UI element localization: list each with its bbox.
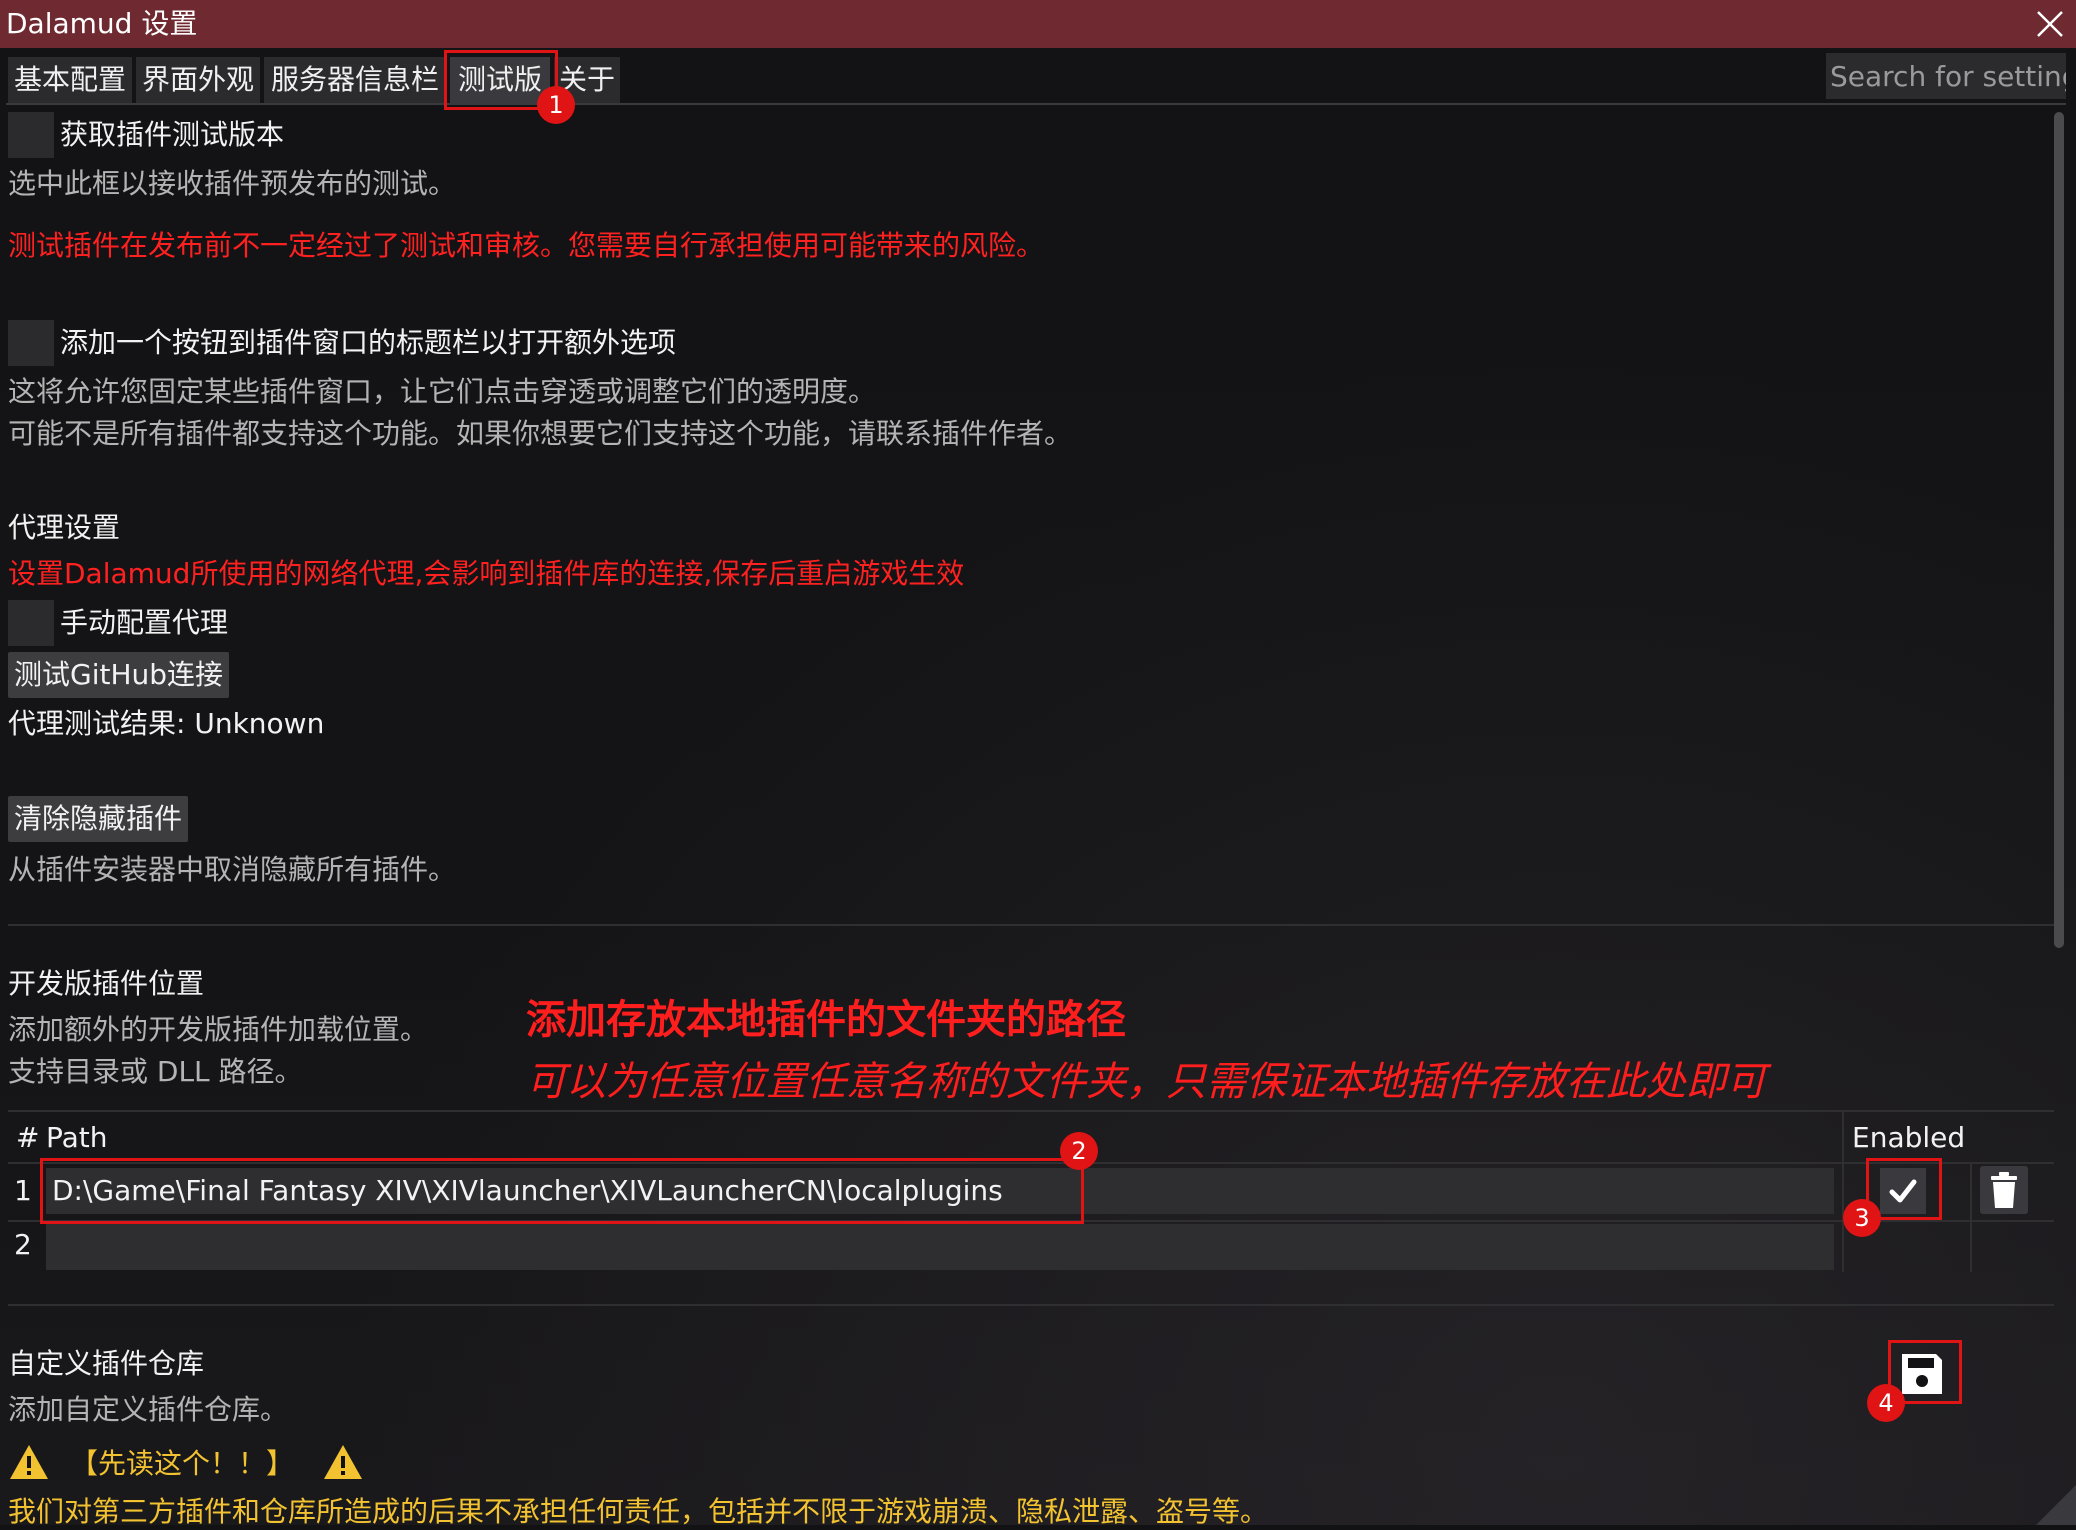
column-header-path: Path — [46, 1121, 108, 1154]
warning-icon — [10, 1445, 48, 1479]
new-path-input[interactable] — [46, 1224, 1834, 1270]
close-icon[interactable] — [2032, 6, 2068, 42]
tab-general[interactable]: 基本配置 — [8, 57, 132, 103]
tab-server-info-bar[interactable]: 服务器信息栏 — [264, 57, 446, 103]
tab-appearance[interactable]: 界面外观 — [136, 57, 260, 103]
table-column-divider — [1970, 1162, 1972, 1272]
manual-proxy-label: 手动配置代理 — [60, 606, 229, 639]
devplugins-desc1: 添加额外的开发版插件加载位置。 — [8, 1013, 429, 1046]
delete-button[interactable] — [1980, 1166, 2028, 1214]
separator — [8, 924, 2054, 926]
column-header-num: # — [16, 1121, 40, 1154]
table-column-divider — [1842, 1112, 1844, 1272]
repos-heading: 自定义插件仓库 — [8, 1347, 205, 1380]
resize-grip-icon[interactable] — [2036, 1485, 2076, 1525]
row-number: 1 — [14, 1174, 32, 1207]
plugin-testing-desc: 选中此框以接收插件预发布的测试。 — [8, 167, 457, 200]
titlebar-button-desc2: 可能不是所有插件都支持这个功能。如果你想要它们支持这个功能，请联系插件作者。 — [8, 417, 1073, 450]
titlebar-button-desc1: 这将允许您固定某些插件窗口，让它们点击穿透或调整它们的透明度。 — [8, 375, 877, 408]
search-input[interactable] — [1826, 53, 2066, 99]
repos-desc: 添加自定义插件仓库。 — [8, 1393, 289, 1426]
manual-proxy-checkbox[interactable] — [8, 600, 54, 646]
plugin-testing-warning: 测试插件在发布前不一定经过了测试和审核。您需要自行承担使用可能带来的风险。 — [8, 229, 1045, 262]
devplugins-heading: 开发版插件位置 — [8, 967, 205, 1000]
tab-underline — [6, 103, 2066, 105]
trash-icon — [1991, 1172, 2017, 1208]
plugin-testing-label: 获取插件测试版本 — [60, 118, 285, 151]
annotation-title: 添加存放本地插件的文件夹的路径 — [526, 997, 1126, 1043]
warning-icon — [324, 1445, 362, 1479]
proxy-heading: 代理设置 — [8, 511, 121, 544]
annotation-badge-2: 2 — [1060, 1132, 1098, 1170]
column-header-enabled: Enabled — [1852, 1121, 1966, 1154]
clear-hidden-desc: 从插件安装器中取消隐藏所有插件。 — [8, 853, 457, 886]
annotation-badge-1: 1 — [537, 86, 575, 124]
scrollbar[interactable] — [2054, 112, 2064, 948]
titlebar-button-label: 添加一个按钮到插件窗口的标题栏以打开额外选项 — [60, 326, 677, 359]
devplugins-desc2: 支持目录或 DLL 路径。 — [8, 1055, 303, 1088]
clear-hidden-button[interactable]: 清除隐藏插件 — [8, 796, 189, 842]
table-top-border — [8, 1110, 2054, 1112]
annotation-badge-4: 4 — [1867, 1384, 1905, 1422]
separator — [8, 1304, 2054, 1306]
titlebar-button-checkbox[interactable] — [8, 320, 54, 366]
annotation-badge-3: 3 — [1843, 1199, 1881, 1237]
window-title: Dalamud 设置 — [6, 7, 198, 40]
annotation-subtitle: 可以为任意位置任意名称的文件夹，只需保证本地插件存放在此处即可 — [526, 1059, 1766, 1105]
annotation-box-path — [40, 1158, 1084, 1224]
test-github-button[interactable]: 测试GitHub连接 — [8, 652, 230, 698]
plugin-testing-checkbox[interactable] — [8, 112, 54, 158]
proxy-note: 设置Dalamud所使用的网络代理,会影响到插件库的连接,保存后重启游戏生效 — [8, 557, 965, 590]
title-bar[interactable]: Dalamud 设置 — [0, 0, 2076, 48]
proxy-test-result: 代理测试结果: Unknown — [8, 707, 325, 740]
row-number: 2 — [14, 1228, 32, 1261]
read-first-label: 【先读这个！！】 — [70, 1447, 295, 1480]
